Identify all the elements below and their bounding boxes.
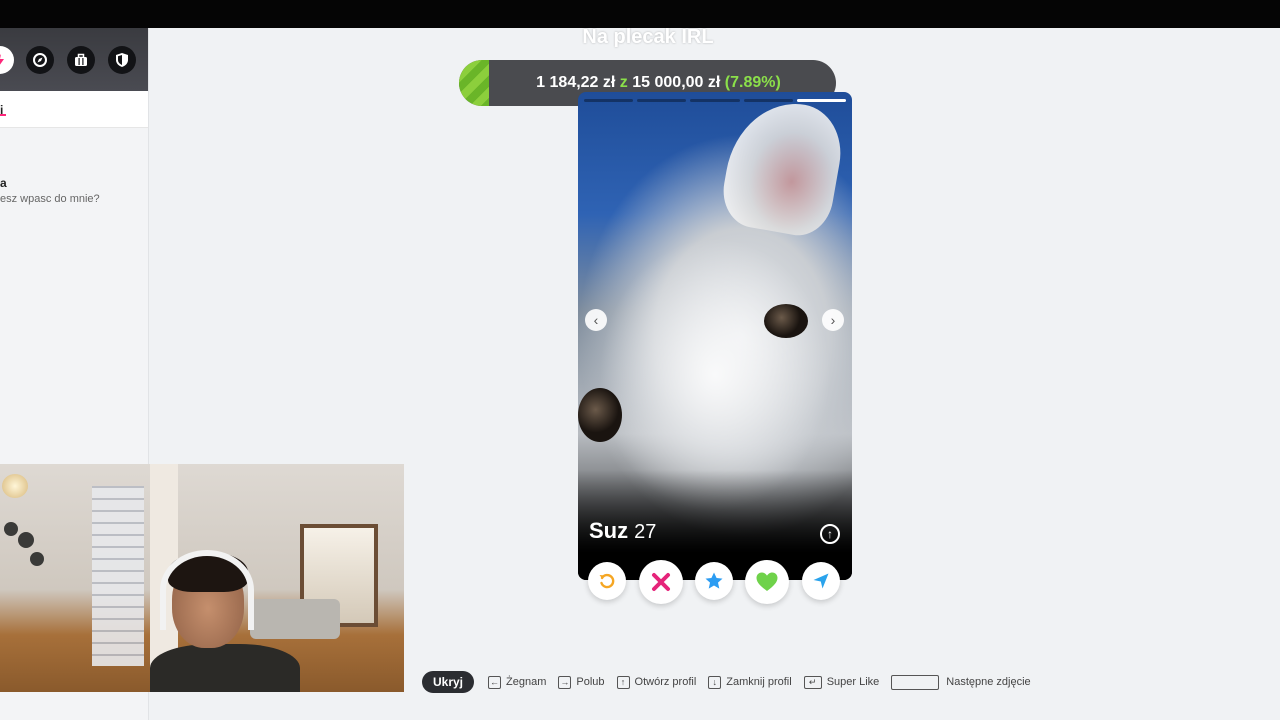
shortcut-next-photo-label: Następne zdjęcie (946, 676, 1031, 688)
webcam-lamp (2, 474, 28, 498)
stream-goal-title: Na plecak IRL (582, 26, 714, 48)
arrow-up-icon: ↑ (827, 527, 833, 541)
chevron-left-icon: ‹ (593, 312, 599, 328)
briefcase-icon[interactable] (67, 46, 95, 74)
goal-target-amount: 15 000,00 zł (632, 74, 721, 91)
arrow-right-key-icon: → (558, 675, 572, 689)
rewind-button[interactable] (588, 562, 626, 600)
chevron-right-icon: › (830, 312, 836, 328)
shield-icon[interactable] (108, 46, 136, 74)
rewind-icon (599, 573, 615, 589)
previous-photo-button[interactable]: ‹ (585, 309, 607, 331)
shortcut-close-profile-label: Zamknij profil (726, 676, 792, 688)
next-photo-button[interactable]: › (822, 309, 844, 331)
shortcut-like: → Polub (558, 675, 605, 689)
streamer-body (150, 644, 300, 692)
hide-shortcuts-button[interactable]: Ukryj (422, 671, 475, 693)
nope-button[interactable] (639, 560, 683, 604)
profile-card[interactable]: ‹ › Suz 27 ↑ (578, 92, 852, 580)
sidebar-tabs: i (0, 91, 148, 128)
sidebar-header (0, 28, 148, 91)
shortcut-open-profile-label: Otwórz profil (634, 676, 697, 688)
arrow-left-key-icon: ← (488, 675, 502, 689)
photo-indicator-2 (637, 99, 687, 102)
goal-separator: z (619, 74, 628, 91)
like-heart-icon (756, 572, 778, 591)
shortcut-like-label: Polub (576, 676, 605, 688)
like-button[interactable] (745, 560, 789, 604)
active-tab-indicator (0, 114, 6, 116)
shortcut-super-like: ↵ Super Like (803, 675, 880, 689)
shortcut-nope: ← Żegnam (488, 675, 547, 689)
message-preview[interactable]: esz wpasc do mnie? (0, 193, 100, 205)
arrow-up-key-icon: ↑ (616, 675, 630, 689)
enter-key-icon: ↵ (803, 675, 822, 689)
photo-indicator-1 (584, 99, 634, 102)
top-bar (0, 0, 1280, 28)
compass-icon[interactable] (26, 46, 54, 74)
shortcut-close-profile: ↓ Zamknij profil (708, 675, 792, 689)
shortcut-next-photo: Następne zdjęcie (891, 674, 1031, 690)
super-like-star-icon (705, 572, 723, 589)
photo-eye-shape (764, 304, 808, 338)
open-profile-button[interactable]: ↑ (820, 524, 840, 544)
nope-x-icon (652, 573, 670, 591)
photo-indicator-bars (584, 99, 847, 102)
shortcut-nope-label: Żegnam (506, 676, 547, 688)
photo-indicator-4 (743, 99, 793, 102)
headset-icon (160, 550, 254, 630)
message-sender-name[interactable]: a (0, 176, 7, 190)
profile-name[interactable]: Suz 27 (589, 518, 656, 544)
profile-name-text: Suz (589, 518, 629, 543)
goal-current-amount: 1 184,22 zł (536, 74, 616, 91)
photo-indicator-5 (796, 99, 847, 102)
photo-ear-shape (717, 93, 849, 241)
wall-decor (18, 532, 34, 548)
webcam-feed (0, 464, 404, 692)
profile-age: 27 (634, 521, 657, 543)
shortcut-super-like-label: Super Like (826, 676, 880, 688)
super-like-button[interactable] (695, 562, 733, 600)
boost-button[interactable] (802, 562, 840, 600)
shortcut-open-profile: ↑ Otwórz profil (616, 675, 697, 689)
boost-send-icon (813, 573, 829, 589)
arrow-down-key-icon: ↓ (708, 675, 722, 689)
wall-decor (4, 522, 18, 536)
streamer (150, 550, 300, 692)
bolt-icon[interactable] (0, 46, 14, 74)
spacebar-key-icon (891, 674, 940, 690)
wall-decor (30, 552, 44, 566)
keyboard-shortcuts-bar: Ukryj ← Żegnam → Polub ↑ Otwórz profil ↓… (422, 671, 1043, 693)
goal-percent: (7.89%) (724, 74, 781, 91)
photo-eye-shape (578, 388, 622, 442)
glass-block-wall (92, 486, 144, 666)
photo-indicator-3 (690, 99, 740, 102)
